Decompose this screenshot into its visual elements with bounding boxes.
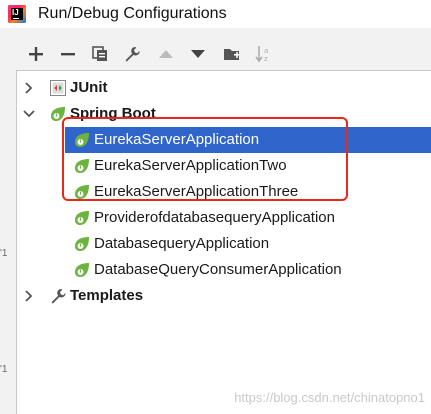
tree-node-label: Spring Boot [70,105,156,122]
run-config-label: ProviderofdatabasequeryApplication [94,209,335,226]
window-title: Run/Debug Configurations [38,5,227,22]
configurations-tree: JUnit Spring Boot EurekaServerApplicatio… [16,70,431,414]
sort-az-icon: az [255,46,268,63]
spring-boot-icon [75,133,89,147]
wrench-icon [125,47,140,62]
remove-button[interactable] [56,42,80,66]
copy-icon [92,46,107,61]
wrench-icon [51,289,66,304]
run-config-label: DatabasequeryApplication [94,235,270,252]
tree-node-label: Templates [70,287,144,304]
triangle-down-icon [191,50,205,58]
spring-boot-icon [51,107,65,121]
spring-boot-icon [75,211,89,225]
run-config-item[interactable]: EurekaServerApplicationThree [17,179,431,205]
run-config-label: DatabaseQueryConsumerApplication [94,261,342,278]
folder-icon [224,49,240,60]
minus-icon [61,53,75,56]
tree-node-junit[interactable]: JUnit [17,75,431,101]
move-down-button[interactable] [186,42,210,66]
triangle-up-icon [159,50,173,58]
run-config-item[interactable]: DatabaseQueryConsumerApplication [17,257,431,283]
chevron-right-icon[interactable] [23,82,35,94]
spring-boot-icon [75,159,89,173]
move-up-button[interactable] [154,42,178,66]
add-button[interactable] [24,42,48,66]
run-config-item[interactable]: ProviderofdatabasequeryApplication [17,205,431,231]
tree-node-templates[interactable]: Templates [17,283,431,309]
run-config-label: EurekaServerApplication [94,131,260,148]
svg-text:z: z [264,55,268,63]
run-config-label: EurekaServerApplicationTwo [94,157,287,174]
copy-button[interactable] [88,42,112,66]
spring-boot-icon [75,237,89,251]
window-edge-text: '1 [0,248,8,259]
sort-button[interactable]: az [252,42,276,66]
tree-node-spring-boot[interactable]: Spring Boot [17,101,431,127]
title-bar: IJ Run/Debug Configurations [0,0,431,28]
run-config-label: EurekaServerApplicationThree [94,183,299,200]
spring-boot-icon [75,185,89,199]
toolbar: az [0,42,300,70]
edit-defaults-button[interactable] [120,42,144,66]
run-config-item[interactable]: DatabasequeryApplication [17,231,431,257]
intellij-app-icon: IJ [8,5,26,23]
run-config-item[interactable]: EurekaServerApplicationTwo [17,153,431,179]
junit-icon [50,80,66,96]
chevron-down-icon[interactable] [23,108,35,120]
run-config-item[interactable]: EurekaServerApplication [65,127,431,153]
new-folder-button[interactable] [220,42,244,66]
plus-icon [29,47,43,61]
watermark: https://blog.csdn.net/chinatopno1 [234,390,425,405]
spring-boot-icon [75,263,89,277]
svg-text:a: a [264,47,268,55]
window-edge-text: '1 [0,364,8,375]
chevron-right-icon[interactable] [23,290,35,302]
tree-node-label: JUnit [70,79,108,96]
